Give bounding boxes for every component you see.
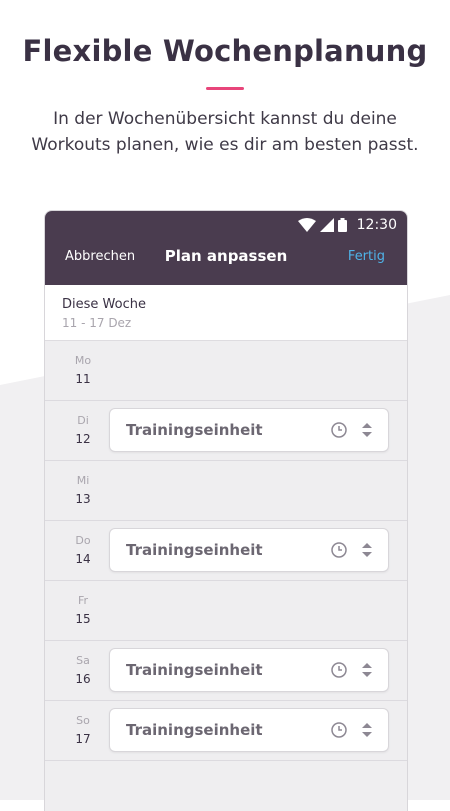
day-row-do: Do 14 Trainingseinheit	[45, 521, 407, 581]
day-row-so: So 17 Trainingseinheit	[45, 701, 407, 761]
clock-icon[interactable]	[330, 541, 348, 559]
day-name: Mo	[74, 354, 92, 367]
accent-divider	[206, 87, 244, 90]
page-subtitle: In der Wochenübersicht kannst du deine W…	[31, 109, 419, 155]
session-label: Trainingseinheit	[126, 541, 263, 559]
training-session-card[interactable]: Trainingseinheit	[109, 708, 389, 752]
day-number: 11	[75, 372, 91, 386]
day-name: Fr	[77, 594, 89, 607]
week-label: Diese Woche	[62, 297, 146, 312]
wifi-icon	[297, 218, 316, 232]
session-label: Trainingseinheit	[126, 721, 263, 739]
training-session-card[interactable]: Trainingseinheit	[109, 408, 389, 452]
phone-frame: 12:30 Abbrechen Plan anpassen Fertig Die…	[44, 210, 408, 811]
session-label: Trainingseinheit	[126, 661, 263, 679]
signal-icon	[319, 218, 334, 232]
sort-icon[interactable]	[360, 421, 374, 439]
sort-icon[interactable]	[360, 721, 374, 739]
week-range: 11 - 17 Dez	[62, 316, 132, 330]
session-label: Trainingseinheit	[126, 421, 263, 439]
clock-icon[interactable]	[330, 721, 348, 739]
sort-icon[interactable]	[360, 541, 374, 559]
training-session-card[interactable]: Trainingseinheit	[109, 528, 389, 572]
app-bar: 12:30 Abbrechen Plan anpassen Fertig	[45, 211, 407, 285]
status-bar: 12:30	[297, 215, 397, 235]
clock-icon[interactable]	[330, 421, 348, 439]
day-list: Mo 11 Di 12 Trainingseinheit Mi 13 Do 14…	[45, 341, 407, 761]
day-row-mi: Mi 13	[45, 461, 407, 521]
day-row-di: Di 12 Trainingseinheit	[45, 401, 407, 461]
day-row-mo: Mo 11	[45, 341, 407, 401]
day-row-fr: Fr 15	[45, 581, 407, 641]
battery-icon	[337, 218, 347, 232]
clock-icon[interactable]	[330, 661, 348, 679]
day-name: Mi	[76, 474, 90, 487]
done-button[interactable]: Fertig	[348, 249, 385, 264]
status-time: 12:30	[356, 217, 397, 233]
day-number: 13	[75, 492, 91, 506]
training-session-card[interactable]: Trainingseinheit	[109, 648, 389, 692]
day-number: 15	[75, 612, 91, 626]
week-header: Diese Woche 11 - 17 Dez	[45, 285, 407, 341]
sort-icon[interactable]	[360, 661, 374, 679]
page-heading: Flexible Wochenplanung	[22, 34, 428, 68]
day-row-sa: Sa 16 Trainingseinheit	[45, 641, 407, 701]
